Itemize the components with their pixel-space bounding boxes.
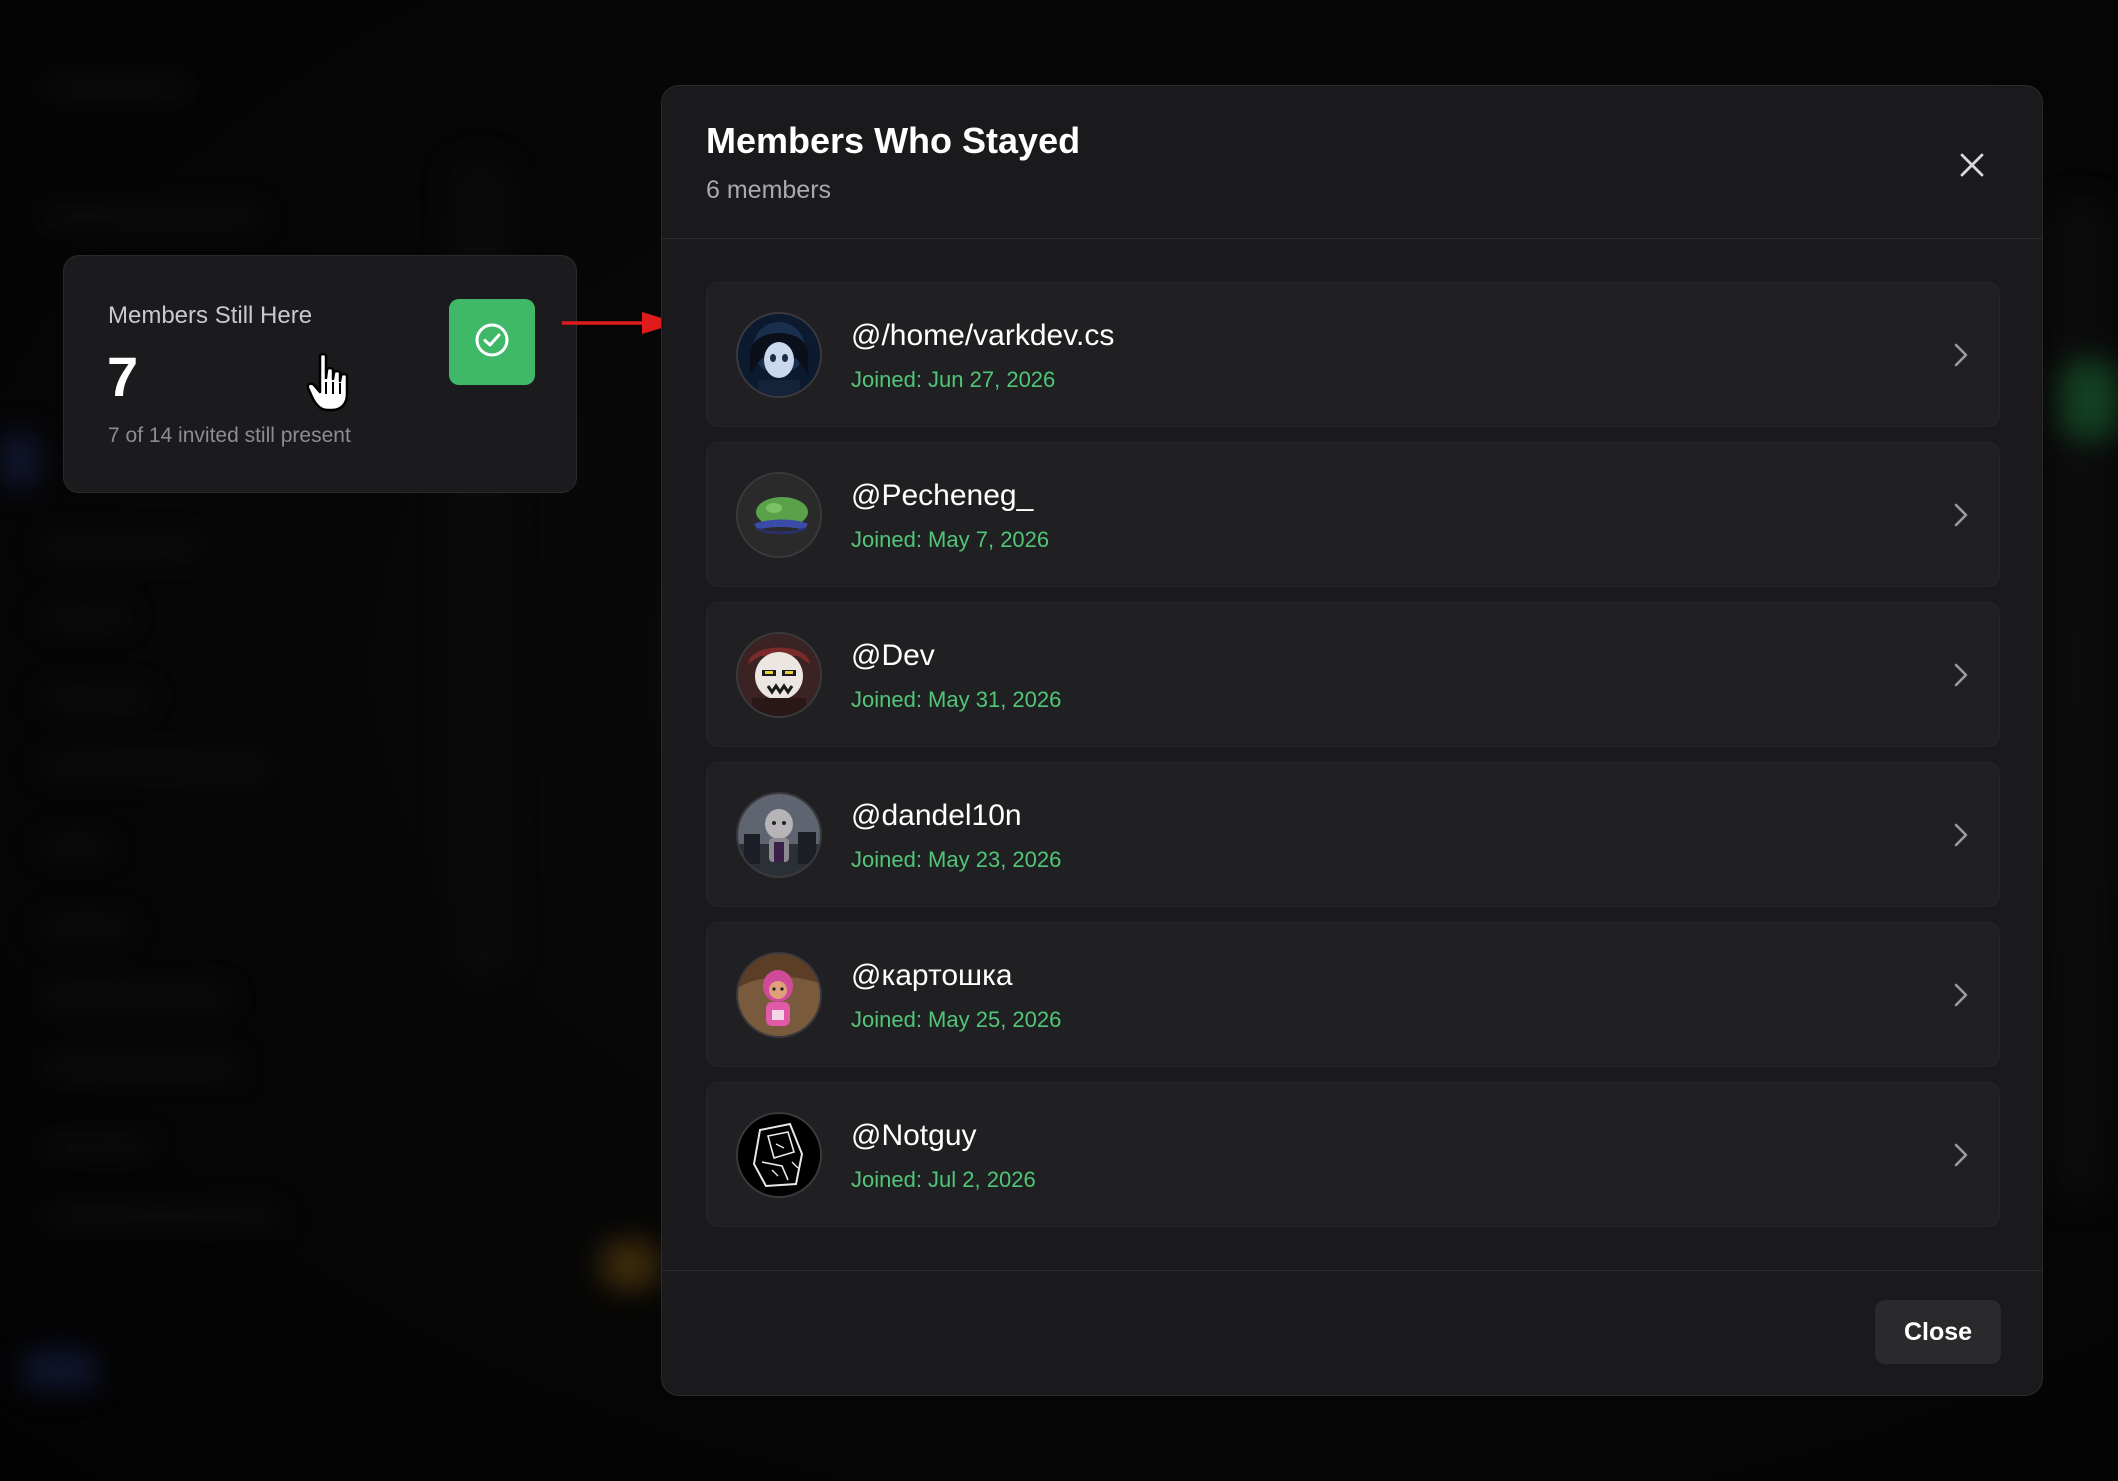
member-row[interactable]: @dandel10n Joined: May 23, 2026 bbox=[706, 762, 2000, 907]
member-row[interactable]: @Notguy Joined: Jul 2, 2026 bbox=[706, 1082, 2000, 1227]
avatar bbox=[736, 632, 822, 718]
member-joined-date: Joined: Jul 2, 2026 bbox=[851, 1167, 1036, 1192]
avatar bbox=[736, 312, 822, 398]
members-who-stayed-dialog: Members Who Stayed 6 members @/home/vark… bbox=[661, 85, 2043, 1396]
dialog-footer: Close bbox=[662, 1270, 2042, 1395]
member-row[interactable]: @картошка Joined: May 25, 2026 bbox=[706, 922, 2000, 1067]
close-icon[interactable] bbox=[1951, 144, 1993, 186]
stat-card-badge bbox=[449, 299, 535, 385]
member-row[interactable]: @/home/varkdev.cs Joined: Jun 27, 2026 bbox=[706, 282, 2000, 427]
chevron-right-icon bbox=[1945, 979, 1977, 1011]
member-username: @dandel10n bbox=[851, 799, 1022, 832]
stat-card-caption: 7 of 14 invited still present bbox=[108, 424, 351, 447]
dialog-title: Members Who Stayed bbox=[706, 120, 1081, 161]
member-list: @/home/varkdev.cs Joined: Jun 27, 2026 @… bbox=[706, 282, 2000, 1242]
member-joined-date: Joined: May 23, 2026 bbox=[851, 847, 1062, 872]
member-username: @Pecheneg_ bbox=[851, 479, 1034, 512]
screen: Members Still Here 7 7 of 14 invited sti… bbox=[0, 0, 2118, 1481]
member-username: @Dev bbox=[851, 639, 935, 672]
chevron-right-icon bbox=[1945, 499, 1977, 531]
member-username: @/home/varkdev.cs bbox=[851, 319, 1115, 352]
stat-card-value: 7 bbox=[107, 345, 139, 408]
member-row[interactable]: @Pecheneg_ Joined: May 7, 2026 bbox=[706, 442, 2000, 587]
avatar bbox=[736, 792, 822, 878]
member-joined-date: Joined: May 31, 2026 bbox=[851, 687, 1062, 712]
dialog-member-count: 6 members bbox=[706, 176, 832, 204]
member-username: @картошка bbox=[851, 959, 1013, 992]
chevron-right-icon bbox=[1945, 819, 1977, 851]
member-joined-date: Joined: May 7, 2026 bbox=[851, 527, 1050, 552]
avatar bbox=[736, 472, 822, 558]
dialog-header: Members Who Stayed 6 members bbox=[662, 86, 2042, 239]
member-joined-date: Joined: May 25, 2026 bbox=[851, 1007, 1062, 1032]
avatar bbox=[736, 1112, 822, 1198]
chevron-right-icon bbox=[1945, 659, 1977, 691]
avatar bbox=[736, 952, 822, 1038]
chevron-right-icon bbox=[1945, 339, 1977, 371]
hand-pointer-cursor-icon bbox=[306, 352, 356, 414]
stat-card-title: Members Still Here bbox=[108, 302, 313, 329]
check-circle-icon bbox=[472, 320, 512, 365]
member-row[interactable]: @Dev Joined: May 31, 2026 bbox=[706, 602, 2000, 747]
chevron-right-icon bbox=[1945, 1139, 1977, 1171]
member-username: @Notguy bbox=[851, 1119, 977, 1152]
member-joined-date: Joined: Jun 27, 2026 bbox=[851, 367, 1056, 392]
close-button[interactable]: Close bbox=[1875, 1300, 2001, 1364]
